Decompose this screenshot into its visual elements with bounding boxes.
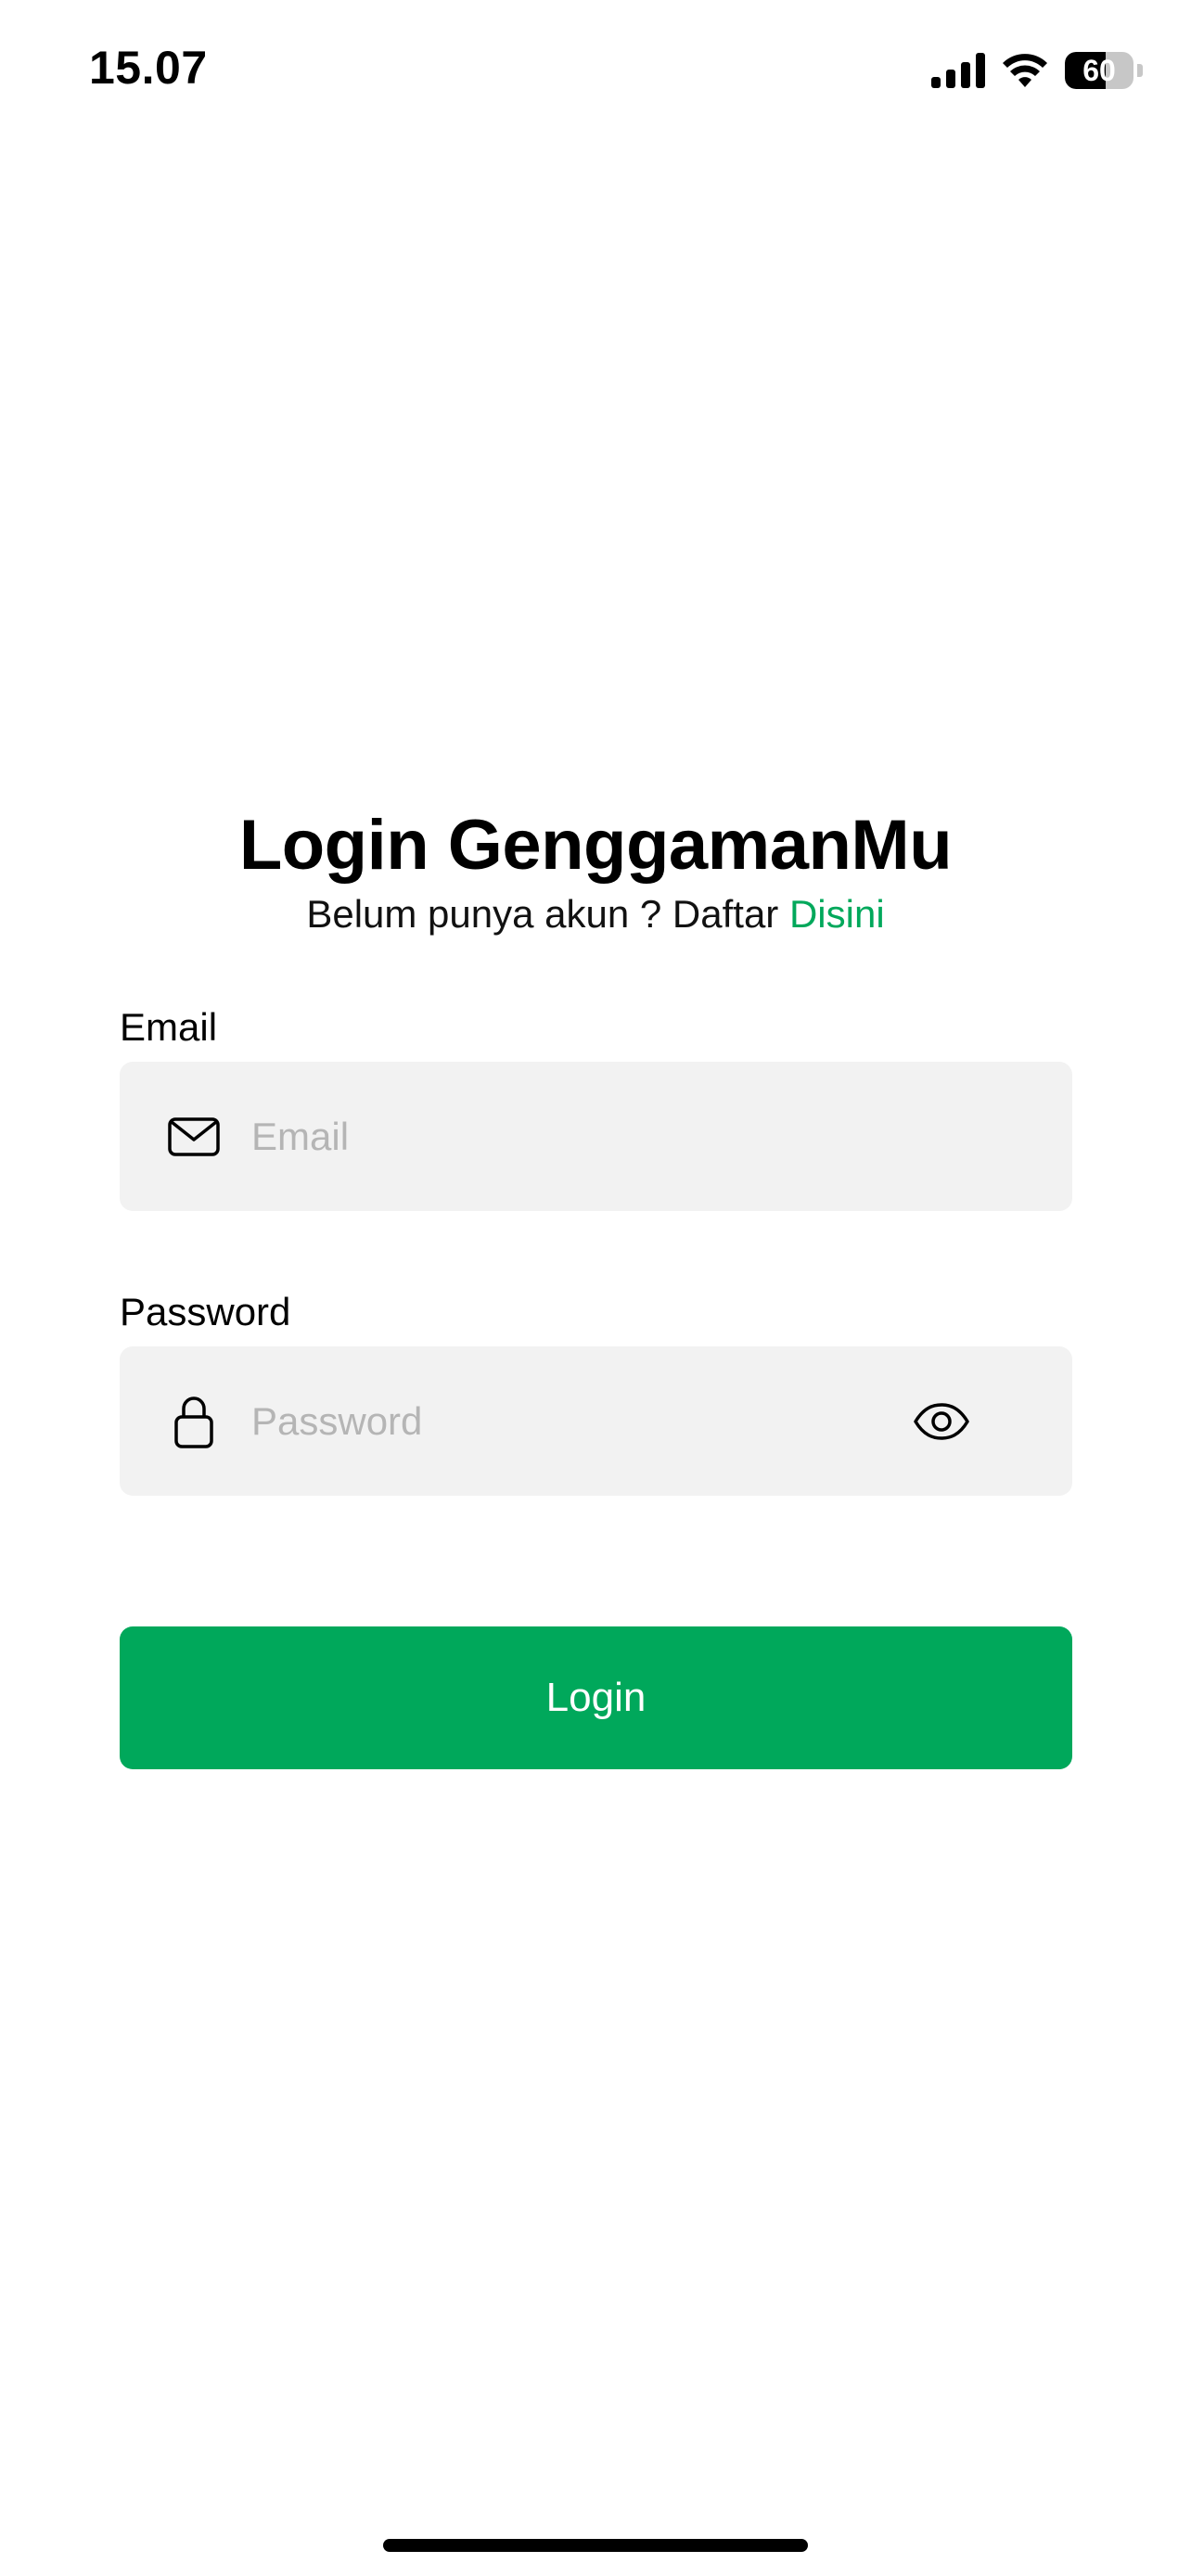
register-prompt-text: Belum punya akun ? Daftar: [306, 892, 789, 936]
password-input[interactable]: [251, 1346, 956, 1496]
page-title: Login GenggamanMu: [238, 806, 953, 885]
status-icons: 60: [931, 50, 1143, 91]
status-bar: 15.07 60: [0, 0, 1191, 139]
lock-icon: [166, 1394, 222, 1449]
battery-icon: 60: [1065, 52, 1133, 89]
battery-level: 60: [1082, 53, 1116, 87]
register-link[interactable]: Disini: [789, 892, 885, 936]
signal-icon: [931, 53, 985, 88]
register-prompt: Belum punya akun ? Daftar Disini: [0, 892, 1191, 937]
battery-cap: [1137, 64, 1143, 77]
password-label: Password: [120, 1290, 291, 1333]
email-input[interactable]: [251, 1062, 956, 1211]
mail-icon: [166, 1109, 222, 1165]
login-button[interactable]: Login: [120, 1626, 1072, 1769]
wifi-icon: [1003, 54, 1047, 87]
email-field[interactable]: [120, 1062, 1072, 1211]
status-time: 15.07: [89, 42, 208, 94]
eye-icon[interactable]: [913, 1400, 970, 1443]
home-indicator: [383, 2539, 808, 2552]
password-field[interactable]: [120, 1346, 1072, 1496]
email-label: Email: [120, 1005, 218, 1049]
